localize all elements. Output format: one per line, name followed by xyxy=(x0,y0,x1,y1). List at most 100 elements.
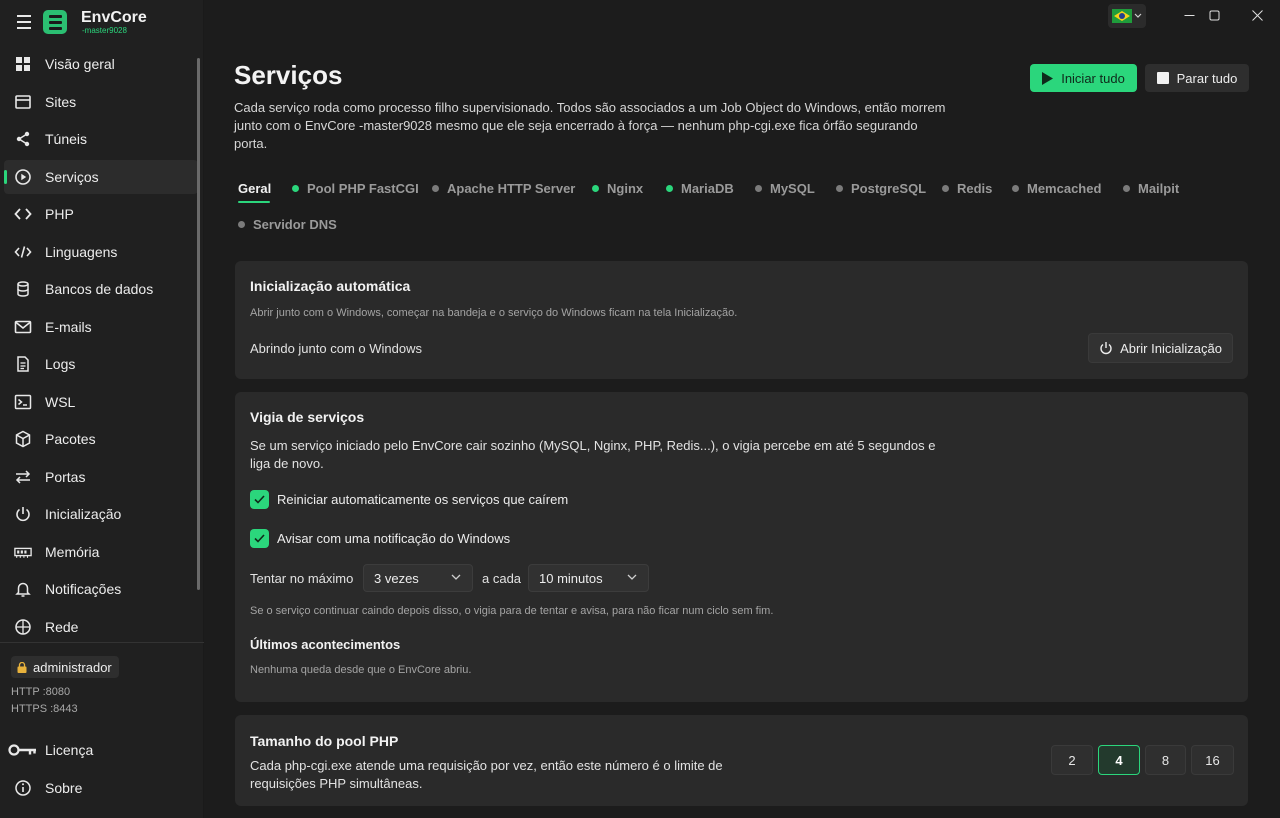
sidebar-item-logs[interactable]: Logs xyxy=(4,347,198,381)
terminal-icon xyxy=(13,392,33,412)
sidebar-item-bancos-de-dados[interactable]: Bancos de dados xyxy=(4,272,198,306)
tab-label: Memcached xyxy=(1027,180,1102,196)
power-icon xyxy=(13,504,33,524)
tab-servidor-dns[interactable]: Servidor DNS xyxy=(238,214,337,234)
share-icon xyxy=(13,129,33,149)
sidebar-item-inicializacao[interactable]: Inicialização xyxy=(4,497,198,531)
auto-restart-label: Reiniciar automaticamente os serviços qu… xyxy=(277,492,569,507)
notify-label: Avisar com uma notificação do Windows xyxy=(277,531,511,546)
checkbox-checked[interactable] xyxy=(250,490,269,509)
tab-memcached[interactable]: Memcached xyxy=(1012,178,1101,198)
watchdog-title: Vigia de serviços xyxy=(250,409,365,425)
document-icon xyxy=(13,354,33,374)
tab-apache-http-server[interactable]: Apache HTTP Server xyxy=(432,178,575,198)
events-title: Últimos acontecimentos xyxy=(250,637,401,652)
max-attempts-label: Tentar no máximo xyxy=(250,571,354,586)
sidebar-item-label: Serviços xyxy=(45,168,99,185)
sidebar-item-php[interactable]: PHP xyxy=(4,197,198,231)
interval-select[interactable]: 10 minutos xyxy=(528,564,649,592)
sidebar-item-memoria[interactable]: Memória xyxy=(4,535,198,569)
sidebar-item-emails[interactable]: E-mails xyxy=(4,310,198,344)
status-dot-stopped xyxy=(755,184,762,192)
package-icon xyxy=(13,429,33,449)
user-name: administrador xyxy=(33,659,112,675)
sidebar-scrollbar[interactable] xyxy=(197,58,200,590)
sidebar-item-label: Memória xyxy=(45,543,100,560)
sidebar-item-label: Pacotes xyxy=(45,431,96,447)
tab-mysql[interactable]: MySQL xyxy=(755,178,815,198)
pool-size-8[interactable]: 8 xyxy=(1145,745,1186,775)
sidebar-item-linguagens[interactable]: Linguagens xyxy=(4,235,198,269)
tab-geral[interactable]: Geral xyxy=(238,178,272,203)
sidebar-item-label: Sites xyxy=(45,93,77,110)
sidebar-item-rede[interactable]: Rede xyxy=(4,610,198,644)
sidebar-item-label: Sobre xyxy=(45,779,83,796)
sidebar-divider xyxy=(0,642,204,643)
watchdog-card: Vigia de serviços Se um serviço iniciado… xyxy=(235,392,1248,702)
sidebar-item-visao-geral[interactable]: Visão geral xyxy=(4,47,198,81)
tab-active-indicator xyxy=(238,201,270,203)
lock-icon xyxy=(17,661,27,673)
open-startup-label: Abrir Inicialização xyxy=(1120,340,1222,356)
sidebar-item-sobre[interactable]: Sobre xyxy=(4,771,198,805)
status-dot-stopped xyxy=(942,184,949,192)
watchdog-description: Se um serviço iniciado pelo EnvCore cair… xyxy=(250,438,936,471)
pool-size-16[interactable]: 16 xyxy=(1191,745,1234,775)
pool-size-4[interactable]: 4 xyxy=(1098,745,1140,775)
auto-restart-checkbox[interactable]: Reiniciar automaticamente os serviços qu… xyxy=(250,490,568,509)
sidebar-item-sites[interactable]: Sites xyxy=(4,85,198,119)
https-port: HTTPS :8443 xyxy=(11,703,78,715)
php-pool-title: Tamanho do pool PHP xyxy=(250,733,399,749)
sidebar-item-label: PHP xyxy=(45,206,74,222)
sidebar-item-label: Portas xyxy=(45,468,86,485)
max-attempts-select[interactable]: 3 vezes xyxy=(363,564,473,592)
sidebar-item-label: Logs xyxy=(45,356,76,372)
app-instance: -master9028 xyxy=(82,26,127,35)
pool-size-2[interactable]: 2 xyxy=(1051,745,1093,775)
sidebar-item-wsl[interactable]: WSL xyxy=(4,385,198,419)
chevron-down-icon xyxy=(451,574,461,580)
tab-pool-php-fastcgi[interactable]: Pool PHP FastCGI xyxy=(292,178,419,198)
stop-all-button[interactable]: Parar tudo xyxy=(1145,64,1249,92)
key-icon xyxy=(8,740,38,760)
sidebar-item-licenca[interactable]: Licença xyxy=(4,733,198,767)
sidebar-item-servicos[interactable]: Serviços xyxy=(4,159,198,194)
tab-label: Apache HTTP Server xyxy=(447,180,576,196)
stop-all-label: Parar tudo xyxy=(1176,70,1238,86)
checkmark-icon xyxy=(254,534,265,543)
tab-redis[interactable]: Redis xyxy=(942,178,992,198)
autostart-status: Abrindo junto com o Windows xyxy=(250,341,422,356)
tab-mailpit[interactable]: Mailpit xyxy=(1123,178,1179,198)
status-dot-stopped xyxy=(1012,184,1019,192)
code-slash-icon xyxy=(13,242,33,262)
status-dot-running xyxy=(666,184,673,192)
globe-icon xyxy=(13,617,33,637)
tab-postgresql[interactable]: PostgreSQL xyxy=(836,178,926,198)
tab-label: Geral xyxy=(238,180,272,196)
power-icon xyxy=(1100,342,1112,355)
notify-checkbox[interactable]: Avisar com uma notificação do Windows xyxy=(250,529,510,548)
chevron-down-icon xyxy=(627,574,637,580)
mail-icon xyxy=(13,317,33,337)
tab-label: Mailpit xyxy=(1138,180,1180,196)
sidebar-bottom-nav: Licença Sobre xyxy=(0,733,204,808)
open-startup-button[interactable]: Abrir Inicialização xyxy=(1088,333,1233,363)
sidebar-item-portas[interactable]: Portas xyxy=(4,460,198,494)
start-all-label: Iniciar tudo xyxy=(1061,70,1125,86)
memory-icon xyxy=(13,542,33,562)
tab-label: PostgreSQL xyxy=(851,180,927,196)
tab-mariadb[interactable]: MariaDB xyxy=(666,178,734,198)
start-all-button[interactable]: Iniciar tudo xyxy=(1030,64,1137,92)
envcore-logo-icon xyxy=(43,10,67,34)
php-pool-card: Tamanho do pool PHP Cada php-cgi.exe ate… xyxy=(235,715,1248,806)
main-content: Serviços Cada serviço roda como processo… xyxy=(205,0,1280,818)
sidebar-item-pacotes[interactable]: Pacotes xyxy=(4,422,198,456)
tab-nginx[interactable]: Nginx xyxy=(592,178,643,198)
status-dot-running xyxy=(292,184,299,192)
sidebar-item-tuneis[interactable]: Túneis xyxy=(4,122,198,156)
hamburger-menu-icon[interactable] xyxy=(17,15,39,29)
checkbox-checked[interactable] xyxy=(250,529,269,548)
grid-icon xyxy=(13,54,33,74)
sidebar-item-notificacoes[interactable]: Notificações xyxy=(4,572,198,606)
events-empty: Nenhuma queda desde que o EnvCore abriu. xyxy=(250,664,472,676)
